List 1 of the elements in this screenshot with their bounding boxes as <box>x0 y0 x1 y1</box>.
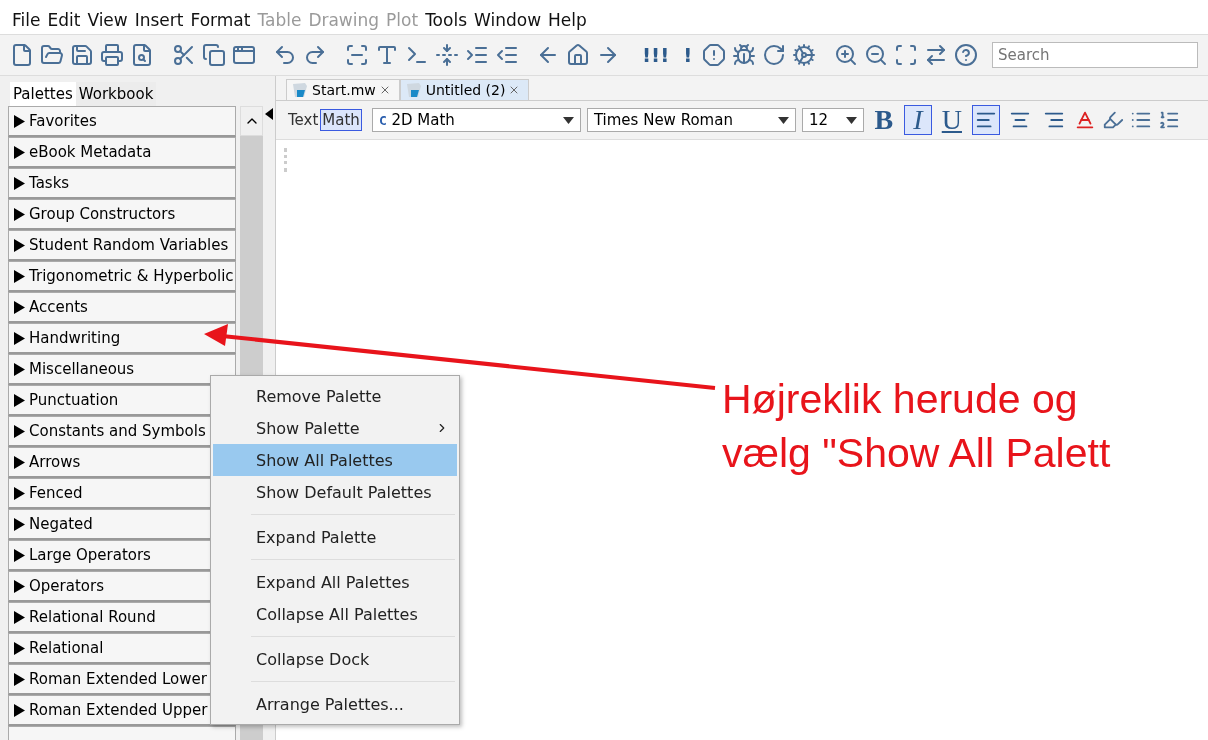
annotation-text: Højreklik herude og vælg "Show All Palett <box>722 375 1111 478</box>
